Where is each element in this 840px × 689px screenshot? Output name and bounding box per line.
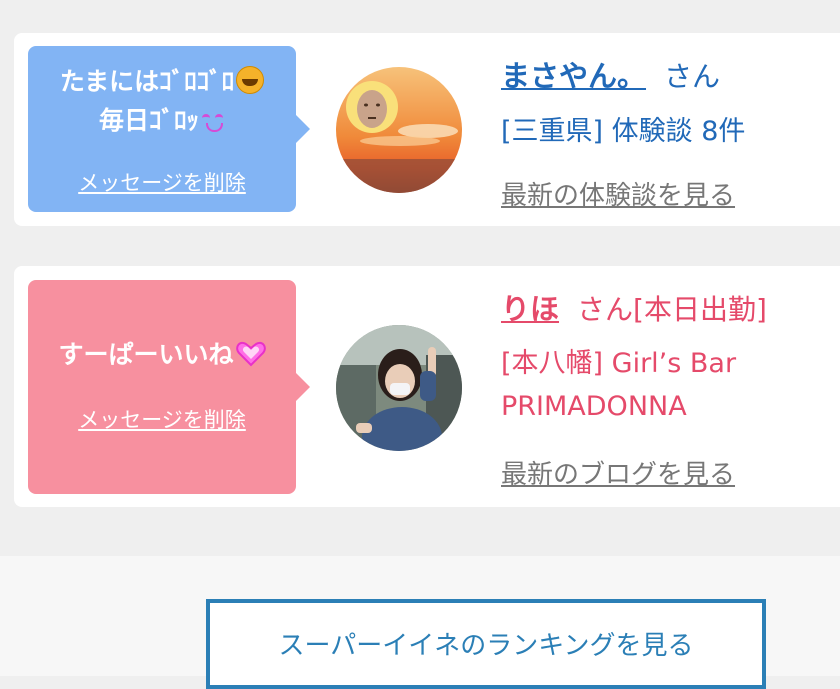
drooling-face-icon bbox=[201, 111, 225, 133]
heart-icon bbox=[235, 341, 266, 367]
message-text-line: 毎日ｺﾞﾛｯ bbox=[28, 106, 296, 136]
message-bubble: たまにはｺﾞﾛｺﾞﾛ 毎日ｺﾞﾛｯ メッセージを削除 bbox=[28, 46, 310, 212]
message-card: たまにはｺﾞﾛｺﾞﾛ 毎日ｺﾞﾛｯ メッセージを削除 まさやん。 さん [三重県… bbox=[14, 33, 840, 226]
delete-message-link[interactable]: メッセージを削除 bbox=[28, 404, 296, 434]
user-detail: [本八幡] Girl’s Bar bbox=[501, 348, 737, 379]
user-detail: PRIMADONNA bbox=[501, 391, 687, 422]
user-name-link[interactable]: まさやん。 bbox=[501, 59, 646, 93]
message-text-line: たまにはｺﾞﾛｺﾞﾛ bbox=[28, 66, 296, 97]
honorific: さん bbox=[664, 60, 721, 93]
user-detail: [三重県] 体験談 8件 bbox=[501, 116, 746, 147]
avatar[interactable] bbox=[336, 67, 462, 193]
avatar[interactable] bbox=[336, 325, 462, 451]
message-bubble: すーぱーいいね メッセージを削除 bbox=[28, 280, 310, 494]
message-text-line: すーぱーいいね bbox=[28, 340, 296, 370]
honorific: さん[本日出勤] bbox=[577, 293, 767, 326]
user-name-link[interactable]: りほ bbox=[501, 292, 559, 326]
latest-experience-link[interactable]: 最新の体験談を見る bbox=[501, 175, 735, 212]
laughing-face-icon bbox=[236, 66, 265, 94]
latest-blog-link[interactable]: 最新のブログを見る bbox=[501, 454, 735, 491]
message-card: すーぱーいいね メッセージを削除 りほ さん[本日出勤] [本八幡] Girl’s… bbox=[14, 266, 840, 507]
delete-message-link[interactable]: メッセージを削除 bbox=[28, 167, 296, 197]
